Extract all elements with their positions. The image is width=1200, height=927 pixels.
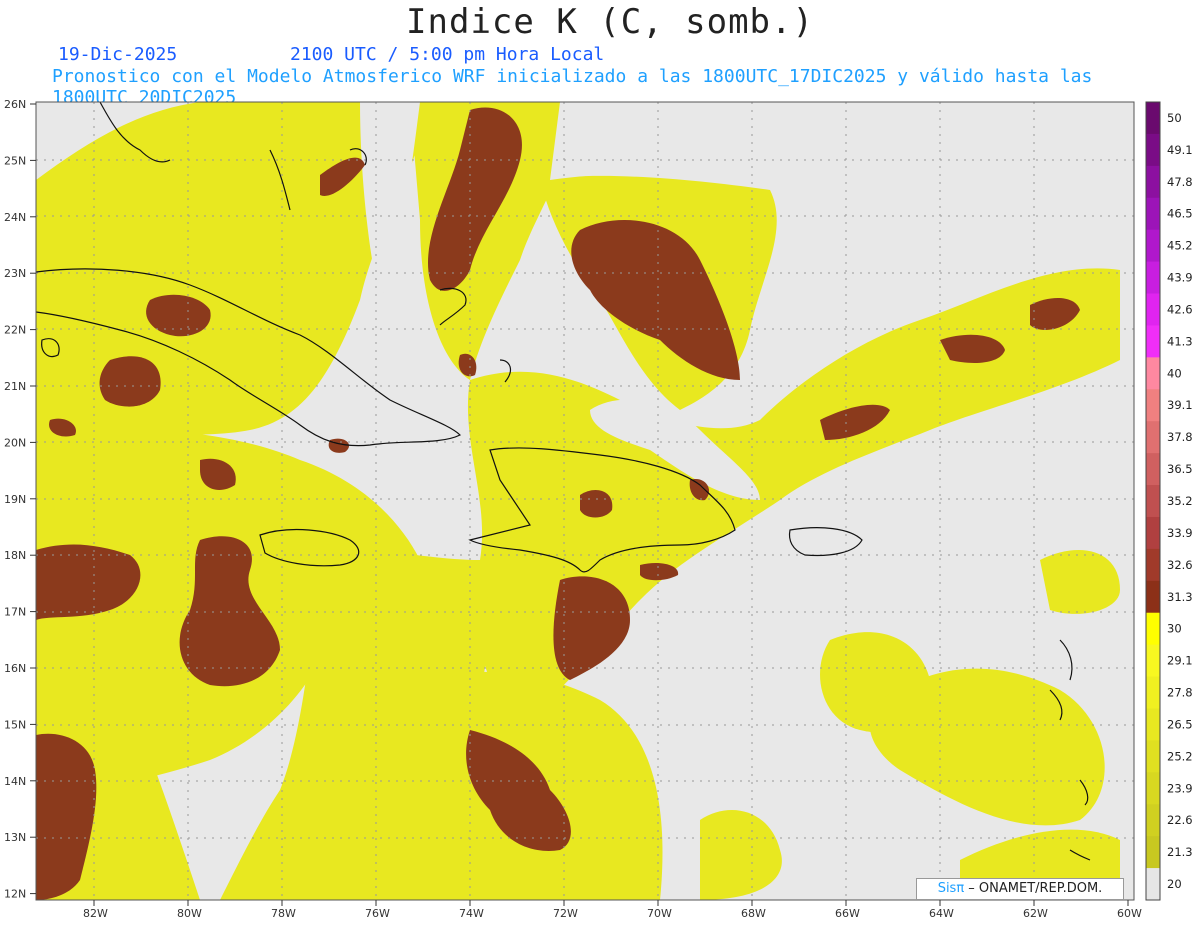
colorbar-label: 27.8 [1167,686,1193,700]
colorbar-swatch [1146,740,1160,773]
longitude-label: 68W [741,907,766,920]
colorbar-swatch [1146,868,1160,901]
longitude-label: 82W [83,907,108,920]
latitude-label: 14N [4,775,26,788]
colorbar-swatch [1146,708,1160,741]
colorbar-label: 50 [1167,111,1182,125]
colorbar-swatch [1146,293,1160,326]
longitude-label: 64W [929,907,954,920]
colorbar-label: 35.2 [1167,494,1193,508]
colorbar-label: 45.2 [1167,239,1193,253]
longitude-label: 78W [271,907,296,920]
colorbar-label: 23.9 [1167,781,1193,795]
colorbar-swatch [1146,229,1160,263]
longitude-label: 66W [835,907,860,920]
longitude-label: 60W [1117,907,1142,920]
longitude-label: 70W [647,907,672,920]
colorbar-swatch [1146,325,1160,358]
colorbar-label: 46.5 [1167,207,1193,221]
latitude-label: 13N [4,831,26,844]
colorbar-label: 26.5 [1167,717,1193,731]
colorbar-swatch [1146,133,1160,167]
colorbar-label: 40 [1167,366,1182,380]
colorbar-swatch [1146,389,1160,422]
colorbar-swatch [1146,644,1160,678]
colorbar-label: 36.5 [1167,462,1193,476]
colorbar-label: 22.6 [1167,813,1193,827]
colorbar-label: 30 [1167,622,1182,636]
latitude-label: 25N [4,154,26,167]
sispi-logo: Sisπ [937,881,965,896]
latitude-label: 18N [4,549,26,562]
longitude-label: 80W [177,907,202,920]
colorbar-label: 42.6 [1167,302,1193,316]
colorbar-label: 43.9 [1167,271,1193,285]
colorbar-swatch [1146,516,1160,550]
colorbar-swatch [1146,612,1160,646]
latitude-label: 21N [4,380,26,393]
colorbar-label: 29.1 [1167,654,1193,668]
latitude-label: 15N [4,718,26,731]
latitude-label: 20N [4,436,26,449]
longitude-labels: 82W 80W 78W 76W 74W 72W 70W 68W 66W 64W 62W 60W [83,900,1142,920]
colorbar: 50 49.1 47.8 46.5 45.2 43.9 42.6 41.3 40 39.1 37.8… [1145,101,1193,901]
colorbar-label: 41.3 [1167,334,1193,348]
colorbar-swatch [1146,804,1160,837]
colorbar-label: 49.1 [1167,143,1193,157]
colorbar-swatch [1146,772,1160,805]
map-figure: 26N 25N 24N 23N 22N 21N 20N 19N 18N 17N 16N 15N 14N 1… [4,98,1193,920]
latitude-label: 19N [4,493,26,506]
colorbar-label: 20 [1167,877,1182,891]
credit-text: – ONAMET/REP.DOM. [964,881,1103,896]
colorbar-swatch [1146,261,1160,295]
longitude-label: 76W [365,907,390,920]
latitude-label: 23N [4,267,26,280]
colorbar-swatch [1146,453,1160,486]
longitude-label: 62W [1023,907,1048,920]
latitude-label: 26N [4,98,26,111]
credit-box: Sisπ – ONAMET/REP.DOM. [916,878,1124,900]
colorbar-swatch [1146,165,1160,199]
colorbar-swatch [1146,676,1160,709]
colorbar-label: 33.9 [1167,526,1193,540]
colorbar-label: 25.2 [1167,749,1193,763]
colorbar-swatch [1146,421,1160,454]
longitude-label: 74W [459,907,484,920]
latitude-label: 24N [4,211,26,224]
colorbar-label: 39.1 [1167,398,1193,412]
colorbar-label: 31.3 [1167,590,1193,604]
longitude-label: 72W [553,907,578,920]
latitude-label: 16N [4,662,26,675]
colorbar-swatch [1146,197,1160,231]
colorbar-label: 37.8 [1167,430,1193,444]
colorbar-swatch [1146,548,1160,582]
colorbar-label: 47.8 [1167,175,1193,189]
colorbar-label: 21.3 [1167,845,1193,859]
colorbar-swatch [1146,836,1160,869]
latitude-label: 22N [4,324,26,337]
colorbar-swatch [1146,102,1160,135]
latitude-labels: 26N 25N 24N 23N 22N 21N 20N 19N 18N 17N 16N 15N 14N 1… [4,98,36,901]
latitude-label: 17N [4,606,26,619]
colorbar-swatch [1146,580,1160,614]
colorbar-swatch [1146,485,1160,518]
colorbar-swatch [1146,357,1160,390]
latitude-label: 12N [4,888,26,901]
colorbar-label: 32.6 [1167,558,1193,572]
